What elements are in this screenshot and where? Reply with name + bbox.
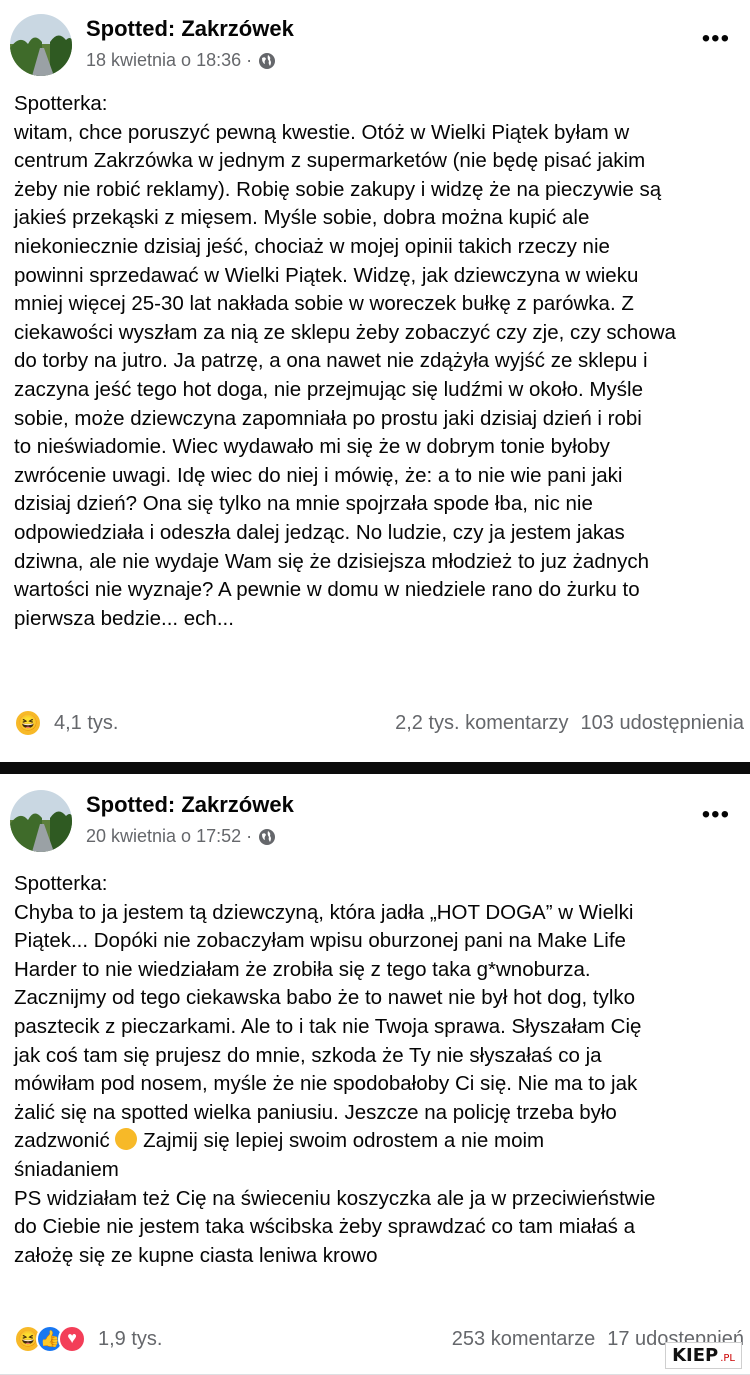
watermark-suffix: .PL: [720, 1353, 735, 1364]
post-text-fragment: zadzwonić: [14, 1129, 110, 1153]
globe-icon: [259, 828, 276, 845]
post-line: dzisiaj dzień? Ona się tylko na mnie spo…: [14, 492, 593, 516]
post-line: zadzwonić Zajmij się lepiej swoim odrost…: [14, 1127, 742, 1156]
post-1: Spotted: Zakrzówek 18 kwietnia o 18:36 ·…: [0, 0, 750, 760]
post-stats: 2,2 tys. komentarzy 103 udostępnienia: [395, 712, 744, 735]
post-divider: [0, 762, 750, 774]
post-line: centrum Zakrzówka w jednym z supermarket…: [14, 149, 646, 173]
post-line: sobie, może dziewczyna zapomniała po pro…: [14, 406, 642, 430]
reaction-count[interactable]: 1,9 tys.: [98, 1328, 162, 1351]
post-line: do Ciebie nie jestem taka wścibska żeby …: [14, 1215, 635, 1239]
haha-reaction-icon: 😆: [14, 709, 42, 737]
post-line: odpowiedziała i odeszła dalej jedząc. No…: [14, 520, 625, 544]
love-reaction-icon: ♥: [58, 1325, 86, 1353]
post-line: powinni sprzedawać w Wielki Piątek. Widz…: [14, 263, 639, 287]
post-line: dziwna, ale nie wydaje Wam się że dzisie…: [14, 549, 650, 573]
site-watermark: KIEP .PL: [665, 1342, 742, 1369]
comments-count[interactable]: 253 komentarze: [452, 1328, 595, 1351]
post-line: założę się ze kupne ciasta leniwa krowo: [14, 1243, 378, 1267]
post-line: Piątek... Dopóki nie zobaczyłam wpisu ob…: [14, 929, 626, 953]
post-line: Zacznijmy od tego ciekawska babo że to n…: [14, 986, 636, 1010]
post-line: to nieświadomie. Wiec wydawało mi się że…: [14, 435, 610, 459]
laughing-tears-emoji-icon: [115, 1128, 138, 1151]
post-line: jak coś tam się prujesz do mnie, szkoda …: [14, 1043, 602, 1067]
post-line: zaczyna jeść tego hot doga, nie przejmuj…: [14, 377, 643, 401]
watermark-main: KIEP: [672, 1345, 719, 1366]
shares-count[interactable]: 103 udostępnienia: [581, 712, 744, 735]
reaction-count[interactable]: 4,1 tys.: [54, 712, 118, 735]
post-meta: 18 kwietnia o 18:36 ·: [86, 50, 276, 71]
post-line: pierwsza bedzie... ech...: [14, 606, 234, 630]
post-line: Spotterka:: [14, 92, 108, 115]
post-line: żeby nie robić reklamy). Robię sobie zak…: [14, 177, 662, 201]
page-name[interactable]: Spotted: Zakrzówek: [86, 792, 294, 818]
reactions-bar: 😆 👍 ♥ 1,9 tys. 253 komentarze 17 udostęp…: [14, 1322, 744, 1356]
post-line: mówiłam pod nosem, myśle że nie spodobał…: [14, 1072, 638, 1096]
timestamp[interactable]: 20 kwietnia o 17:52 ·: [86, 826, 252, 847]
post-body: Spotterka: witam, chce poruszyć pewną kw…: [14, 90, 742, 633]
post-line: mniej więcej 25-30 lat nakłada sobie w w…: [14, 292, 634, 316]
post-line: witam, chce poruszyć pewną kwestie. Otóż…: [14, 120, 630, 144]
post-line: Harder to nie wiedziałam że zrobiła się …: [14, 957, 591, 981]
post-2: Spotted: Zakrzówek 20 kwietnia o 17:52 ·…: [0, 776, 750, 1375]
globe-icon: [259, 52, 276, 69]
reactions-bar: 😆 4,1 tys. 2,2 tys. komentarzy 103 udost…: [14, 706, 744, 740]
page-name[interactable]: Spotted: Zakrzówek: [86, 16, 294, 42]
more-options-icon[interactable]: •••: [702, 27, 730, 51]
comments-count[interactable]: 2,2 tys. komentarzy: [395, 712, 568, 735]
page-avatar[interactable]: [10, 790, 72, 852]
post-line: śniadaniem: [14, 1157, 119, 1181]
post-line: Spotterka:: [14, 872, 108, 895]
post-text-fragment: Zajmij się lepiej swoim odrostem a nie m…: [143, 1129, 545, 1153]
post-line: wartości nie wyznaje? A pewnie w domu w …: [14, 578, 640, 602]
post-line: do torby na jutro. Ja patrzę, a ona nawe…: [14, 349, 648, 373]
more-options-icon[interactable]: •••: [702, 803, 730, 827]
timestamp[interactable]: 18 kwietnia o 18:36 ·: [86, 50, 252, 71]
post-line: pasztecik z pieczarkami. Ale to i tak ni…: [14, 1014, 642, 1038]
page-avatar[interactable]: [10, 14, 72, 76]
post-line: PS widziałam też Cię na świeceniu koszyc…: [14, 1186, 656, 1210]
reaction-icons[interactable]: 😆: [14, 709, 42, 737]
reaction-icons[interactable]: 😆 👍 ♥: [14, 1325, 86, 1353]
post-line: ciekawości wyszłam za nią ze sklepu żeby…: [14, 320, 676, 344]
post-header: Spotted: Zakrzówek 20 kwietnia o 17:52 ·…: [10, 788, 740, 858]
post-line: niekoniecznie dzisiaj jeść, chociaż w mo…: [14, 234, 610, 258]
post-line: zwrócenie uwagi. Idę wiec do niej i mówi…: [14, 463, 623, 487]
post-line: Chyba to ja jestem tą dziewczyną, która …: [14, 900, 634, 924]
post-header: Spotted: Zakrzówek 18 kwietnia o 18:36 ·…: [10, 12, 740, 82]
post-body: Spotterka: Chyba to ja jestem tą dziewcz…: [14, 870, 742, 1270]
post-line: jakieś przekąski z mięsem. Myśle sobie, …: [14, 206, 590, 230]
post-line: żalić się na spotted wielka paniusiu. Je…: [14, 1100, 617, 1124]
post-meta: 20 kwietnia o 17:52 ·: [86, 826, 276, 847]
